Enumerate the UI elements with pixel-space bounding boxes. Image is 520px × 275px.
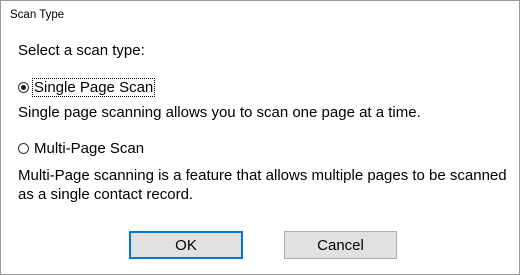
single-page-scan-description: Single page scanning allows you to scan … bbox=[18, 104, 421, 121]
scan-type-prompt: Select a scan type: bbox=[18, 42, 145, 59]
single-page-scan-radio[interactable]: Single Page Scan bbox=[18, 77, 156, 97]
single-page-scan-label[interactable]: Single Page Scan bbox=[31, 77, 156, 97]
multi-page-scan-description: Multi-Page scanning is a feature that al… bbox=[18, 167, 507, 203]
radio-unselected-icon[interactable] bbox=[18, 142, 29, 154]
title-bar: Scan Type bbox=[1, 1, 519, 29]
radio-selected-icon[interactable] bbox=[18, 81, 29, 93]
dialog-title: Scan Type bbox=[10, 9, 65, 21]
scan-type-dialog: Scan Type Select a scan type: Single Pag… bbox=[0, 0, 520, 275]
ok-button[interactable]: OK bbox=[129, 231, 243, 259]
cancel-button[interactable]: Cancel bbox=[284, 231, 397, 259]
multi-page-scan-label[interactable]: Multi-Page Scan bbox=[33, 140, 145, 157]
multi-page-scan-radio[interactable]: Multi-Page Scan bbox=[18, 138, 145, 158]
